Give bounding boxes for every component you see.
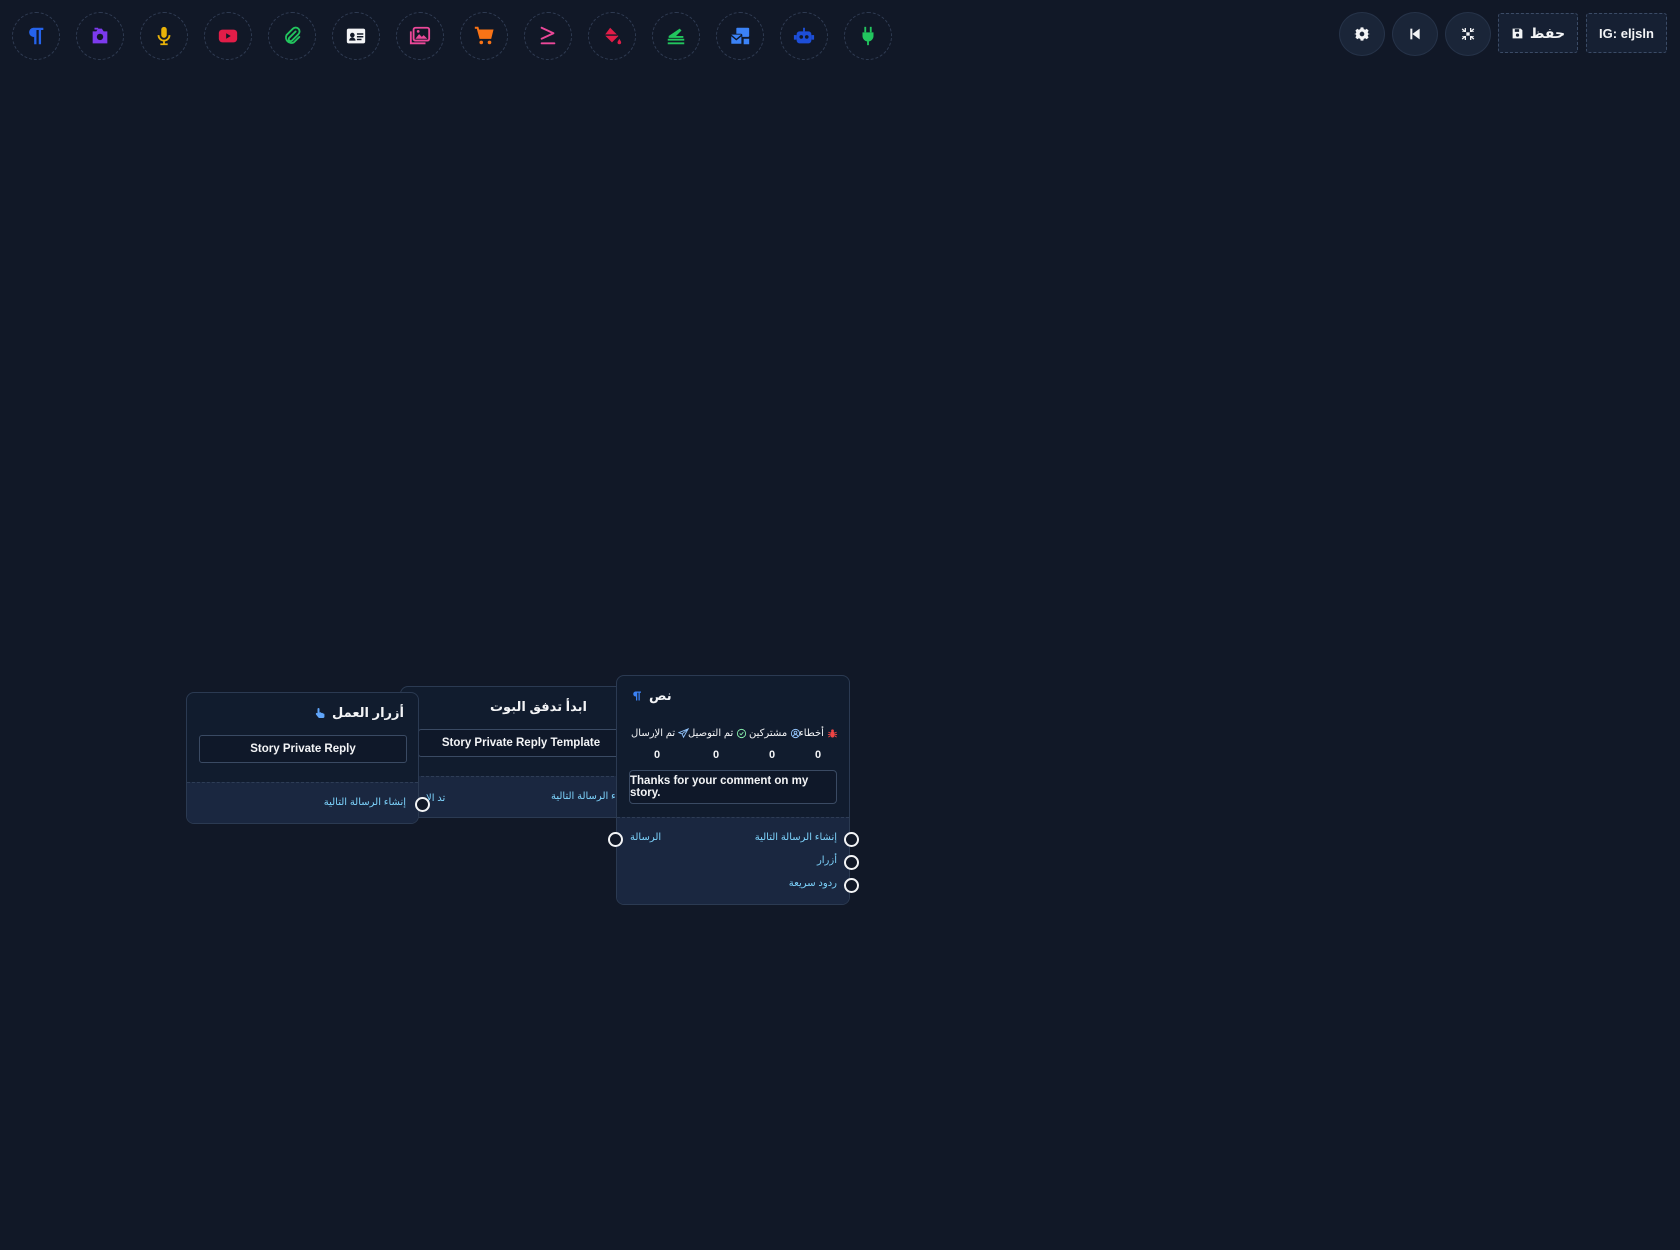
input-port-label: الرسالة: [630, 832, 662, 843]
sent-stat: تم الإرسال: [631, 728, 690, 739]
ecommerce-tool-button[interactable]: [460, 12, 508, 60]
id-card-icon: [346, 28, 366, 44]
cart-icon: [474, 26, 494, 45]
stat-label: مشتركين: [749, 728, 788, 739]
step-backward-icon: [1410, 28, 1420, 40]
delivered-stat: تم التوصيل: [688, 728, 747, 739]
card-tool-button[interactable]: [332, 12, 380, 60]
paperclip-icon: [285, 26, 301, 44]
hand-pointer-icon: [315, 708, 325, 718]
account-label: IG: eljsln: [1599, 25, 1654, 41]
paragraph-icon: [633, 691, 641, 701]
node-title: أزرار العمل: [314, 705, 404, 721]
camera-tool-button[interactable]: [76, 12, 124, 60]
fill-drip-icon: [604, 27, 622, 45]
condition-tool-button[interactable]: [524, 12, 572, 60]
mail-bulk-icon: [730, 27, 750, 45]
text-node[interactable]: نص تم الإرسال تم التوصيل مشتركين أخطاء 0…: [616, 675, 850, 905]
text-next-message-port[interactable]: [844, 832, 859, 847]
subscribers-stat: مشتركين: [749, 728, 801, 739]
microphone-icon: [157, 26, 171, 46]
bug-icon: [827, 729, 838, 738]
gallery-tool-button[interactable]: [396, 12, 444, 60]
template-name-field[interactable]: Story Private Reply Template: [418, 729, 624, 757]
robot-icon: [793, 27, 815, 44]
gear-icon: [1354, 27, 1370, 41]
audio-tool-button[interactable]: [140, 12, 188, 60]
output-port-label: ردود سريعة: [788, 878, 837, 889]
text-quick-replies-port[interactable]: [844, 878, 859, 893]
node-title-text: ابدأ تدفق البوت: [489, 699, 587, 714]
button-name-field[interactable]: Story Private Reply: [199, 735, 407, 763]
text-input-port[interactable]: [608, 832, 623, 847]
save-button[interactable]: حفظ: [1498, 13, 1578, 53]
plug-icon: [862, 26, 874, 46]
floppy-icon: [1512, 28, 1523, 38]
node-title: ابدأ تدفق البوت: [490, 699, 587, 715]
stat-label: تم الإرسال: [631, 728, 676, 739]
text-buttons-port[interactable]: [844, 855, 859, 870]
errors-count: 0: [815, 749, 822, 761]
action-buttons-node[interactable]: أزرار العمل Story Private Reply إنشاء ال…: [186, 692, 419, 824]
fit-view-button[interactable]: [1445, 12, 1491, 56]
output-port-label: إنشاء الرسالة التالية: [754, 832, 837, 843]
plugin-tool-button[interactable]: [844, 12, 892, 60]
node-footer: الرسالة إنشاء الرسالة التالية أزرار ردود…: [617, 817, 849, 904]
sequence-tool-button[interactable]: [652, 12, 700, 60]
back-button[interactable]: [1392, 12, 1438, 56]
flow-canvas[interactable]: [0, 70, 1680, 1250]
node-title-text: أزرار العمل: [332, 705, 404, 720]
save-label: حفظ: [1529, 24, 1566, 41]
text-tool-button[interactable]: [12, 12, 60, 60]
node-title: نص: [631, 688, 672, 704]
broadcast-tool-button[interactable]: [716, 12, 764, 60]
check-circle-icon: [737, 728, 747, 739]
youtube-icon: [218, 29, 238, 43]
compress-icon: [1461, 28, 1475, 40]
node-footer: تد الإ إنشاء الرسالة التالية: [401, 776, 639, 817]
delivered-count: 0: [713, 749, 720, 761]
stack-icon: [667, 28, 685, 45]
errors-stat: أخطاء: [799, 728, 838, 739]
start-flow-node[interactable]: ابدأ تدفق البوت Story Private Reply Temp…: [400, 686, 640, 818]
paragraph-icon: [29, 27, 44, 45]
node-footer: إنشاء الرسالة التالية: [187, 782, 418, 823]
message-text: Thanks for your comment on my story.: [630, 775, 809, 799]
file-tool-button[interactable]: [268, 12, 316, 60]
bot-tool-button[interactable]: [780, 12, 828, 60]
stat-label: تم التوصيل: [688, 728, 734, 739]
subscribers-count: 0: [769, 749, 776, 761]
message-preview[interactable]: Thanks for your comment on my story.: [629, 770, 837, 804]
video-tool-button[interactable]: [204, 12, 252, 60]
button-name-text: Story Private Reply: [250, 743, 356, 755]
template-name-text: Story Private Reply Template: [441, 737, 601, 749]
output-port-label: أزرار: [816, 855, 837, 866]
camera-icon: [92, 27, 108, 44]
sent-count: 0: [654, 749, 661, 761]
images-icon: [409, 26, 431, 45]
action-tool-button[interactable]: [588, 12, 636, 60]
settings-button[interactable]: [1339, 12, 1385, 56]
greater-equal-icon: [540, 26, 556, 45]
node-title-text: نص: [649, 688, 672, 703]
stat-label: أخطاء: [799, 728, 824, 739]
account-button[interactable]: IG: eljsln: [1586, 13, 1667, 53]
action-buttons-output-port[interactable]: [415, 797, 430, 812]
port-label: إنشاء الرسالة التالية: [323, 797, 406, 808]
